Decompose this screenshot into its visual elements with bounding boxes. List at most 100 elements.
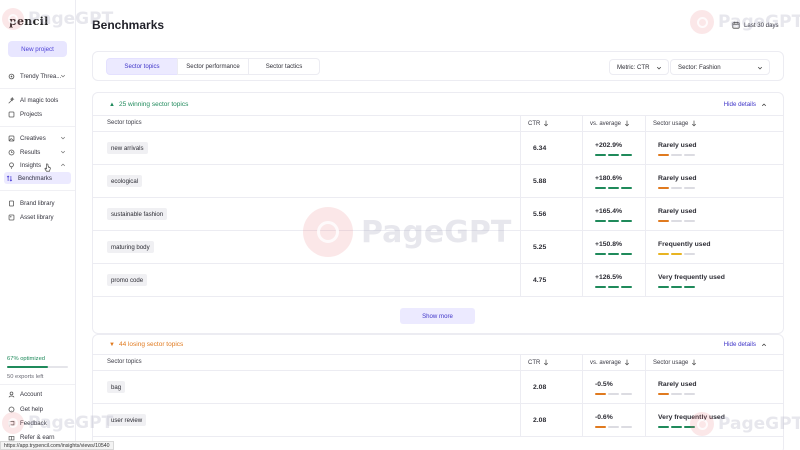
vs-average-value: +180.6% [595, 175, 623, 182]
column-divider [520, 115, 521, 297]
bulb-icon [8, 161, 15, 169]
sidebar-item-feedback[interactable]: Feedback [6, 417, 71, 429]
bar-segment [658, 426, 669, 428]
vs-average-value: +165.4% [595, 208, 623, 215]
chevron-down-icon [60, 136, 66, 140]
column-header-vs-average[interactable]: vs. average [590, 359, 630, 366]
losing-topics-header[interactable]: ▼ 44 losing sector topics [109, 341, 183, 348]
bar-segment [671, 426, 682, 428]
sidebar-item-brand-library[interactable]: Brand library [6, 197, 71, 209]
compare-icon [6, 175, 13, 182]
bar-segment [684, 426, 695, 428]
tab-sector-performance[interactable]: Sector performance [177, 58, 249, 75]
watermark-circle-icon [690, 10, 714, 34]
sector-select[interactable]: Sector: Fashion [670, 59, 770, 75]
sidebar-item-results[interactable]: Results [6, 146, 71, 158]
sidebar-item-asset-library[interactable]: Asset library [6, 211, 71, 223]
table-row[interactable]: new arrivals 6.34 +202.9% Rarely used [93, 132, 783, 165]
progress-fill [7, 366, 48, 368]
bar-segment [658, 393, 669, 395]
sort-arrow-down-icon [692, 120, 697, 127]
show-more-button[interactable]: Show more [400, 308, 475, 324]
sector-usage-value: Very frequently used [658, 414, 725, 421]
column-header-ctr[interactable]: CTR [528, 120, 549, 127]
column-header-vs-average[interactable]: vs. average [590, 120, 630, 127]
column-divider [520, 354, 521, 437]
sector-usage-value: Rarely used [658, 208, 697, 215]
sector-usage-value: Very frequently used [658, 274, 725, 281]
sidebar-item-label: Creatives [20, 134, 46, 142]
sidebar-item-creatives[interactable]: Creatives [6, 132, 71, 144]
table-row[interactable]: ecological 5.88 +180.6% Rarely used [93, 165, 783, 198]
winning-topics-header[interactable]: ▲ 25 winning sector topics [109, 101, 188, 108]
sidebar-item-projects[interactable]: Projects [6, 108, 71, 120]
bar-segment [595, 220, 606, 222]
topic-chip: bag [107, 381, 126, 393]
sidebar-item-label: Benchmarks [18, 174, 52, 182]
metric-select-value: Metric: CTR [617, 63, 650, 71]
sector-usage-value: Rarely used [658, 175, 697, 182]
optimized-progress-bar [7, 366, 68, 368]
column-divider [582, 115, 583, 297]
table-row[interactable]: maturing body 5.25 +150.8% Frequently used [93, 231, 783, 264]
table-row[interactable]: promo code 4.75 +126.5% Very frequently use… [93, 264, 783, 297]
column-header-sector-topics: Sector topics [107, 120, 142, 126]
sort-arrow-down-icon [625, 359, 630, 366]
mouse-cursor-icon [44, 163, 51, 172]
column-divider [645, 115, 646, 297]
chevron-down-icon [60, 74, 66, 78]
tab-sector-tactics[interactable]: Sector tactics [248, 58, 320, 75]
bar-segment [608, 253, 619, 255]
table-row[interactable]: user review 2.08 -0.6% Very frequently used [93, 404, 783, 437]
sidebar-item-label: Refer & earn [20, 433, 55, 441]
table-row[interactable]: bag 2.08 -0.5% Rarely used [93, 371, 783, 404]
table-row[interactable]: sustainable fashion 5.56 +165.4% Rarely use… [93, 198, 783, 231]
hide-details-button[interactable]: Hide details [724, 101, 767, 108]
pencil-logo: pencil [9, 15, 49, 28]
sidebar-item-benchmarks[interactable]: Benchmarks [4, 172, 71, 184]
bar-segment [671, 154, 682, 156]
new-project-button[interactable]: New project [8, 41, 67, 57]
clock-icon [8, 149, 15, 156]
vs-average-value: -0.6% [595, 414, 613, 421]
date-range-button[interactable]: Last 30 days [724, 15, 784, 35]
tab-sector-topics[interactable]: Sector topics [106, 58, 178, 75]
bar-segment [595, 253, 606, 255]
sidebar-item-get-help[interactable]: Get help [6, 403, 71, 415]
column-header-sector-topics: Sector topics [107, 359, 142, 365]
sidebar-item-workspace[interactable]: Trendy Threa... [6, 70, 71, 82]
bar-segment [684, 286, 695, 288]
divider [0, 126, 75, 127]
ctr-value: 5.56 [533, 211, 547, 218]
metric-select[interactable]: Metric: CTR [609, 59, 669, 75]
column-header-ctr[interactable]: CTR [528, 359, 549, 366]
sidebar-item-insights[interactable]: Insights [6, 159, 71, 171]
bar-segment [658, 286, 669, 288]
bar-segment [608, 286, 619, 288]
bar-segment [658, 253, 669, 255]
sector-usage-bars [658, 286, 695, 288]
column-header-label: Sector topics [107, 359, 142, 365]
image-icon [8, 135, 15, 142]
sector-usage-bars [658, 253, 695, 255]
ctr-value: 2.08 [533, 417, 547, 424]
hide-details-label: Hide details [723, 101, 756, 108]
column-header-sector-usage[interactable]: Sector usage [653, 359, 697, 366]
column-header-sector-usage[interactable]: Sector usage [653, 120, 697, 127]
calendar-icon [732, 21, 740, 29]
vs-average-bars [595, 393, 632, 395]
sector-usage-value: Frequently used [658, 241, 711, 248]
chevron-up-icon [761, 343, 767, 346]
hide-details-button[interactable]: Hide details [724, 341, 767, 348]
sidebar-item-account[interactable]: Account [6, 388, 71, 400]
sidebar-item-ai-magic-tools[interactable]: AI magic tools [6, 94, 71, 106]
vs-average-bars [595, 253, 632, 255]
sidebar-item-label: Insights [20, 161, 42, 169]
vs-average-value: -0.5% [595, 381, 613, 388]
losing-topics-title: 44 losing sector topics [118, 341, 184, 348]
sparkle-icon [8, 96, 15, 104]
column-header-label: CTR [528, 359, 541, 366]
vs-average-bars [595, 286, 632, 288]
bar-segment [608, 426, 619, 428]
topic-chip: promo code [107, 274, 148, 286]
